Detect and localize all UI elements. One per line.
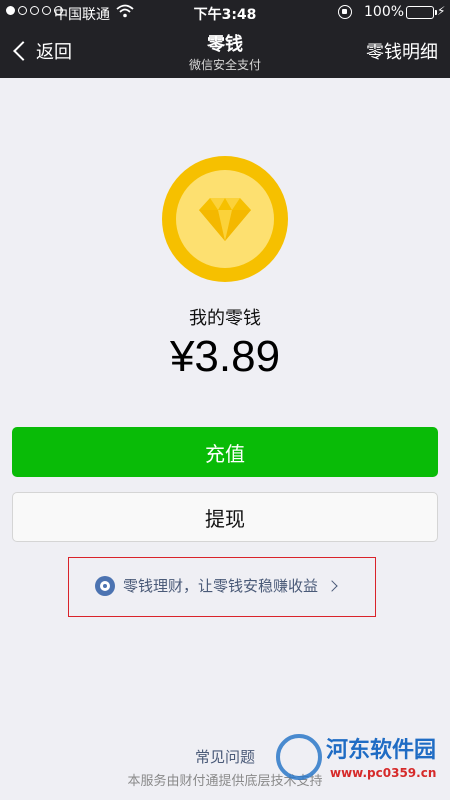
battery-percent: 100% bbox=[364, 4, 405, 20]
balance-label: 我的零钱 bbox=[189, 308, 261, 329]
charging-bolt-icon: ⚡ bbox=[437, 4, 446, 18]
promo-text: 零钱理财，让零钱安稳赚收益 bbox=[123, 577, 319, 595]
withdraw-button[interactable]: 提现 bbox=[12, 492, 438, 542]
watermark-name: 河东软件园 bbox=[326, 737, 437, 763]
recharge-button[interactable]: 充值 bbox=[12, 427, 438, 477]
status-bar: 中国联通 下午3:48 100% ⚡ bbox=[0, 0, 450, 26]
chevron-right-icon bbox=[326, 579, 338, 592]
details-link[interactable]: 零钱明细 bbox=[366, 38, 438, 64]
rotation-lock-icon bbox=[338, 5, 352, 19]
diamond-coin-icon bbox=[162, 156, 288, 282]
top-bar: 中国联通 下午3:48 100% ⚡ 返回 零钱 微信安全支付 零钱明细 bbox=[0, 0, 450, 78]
promo-link[interactable]: 零钱理财，让零钱安稳赚收益 bbox=[95, 575, 338, 596]
battery-icon bbox=[406, 6, 437, 19]
watermark-url: www.pc0359.cn bbox=[330, 766, 437, 780]
watermark: 河东软件园 www.pc0359.cn bbox=[268, 728, 450, 798]
wealth-icon bbox=[95, 575, 115, 596]
balance-value: ¥3.89 bbox=[169, 332, 281, 381]
watermark-logo-icon bbox=[276, 734, 322, 780]
